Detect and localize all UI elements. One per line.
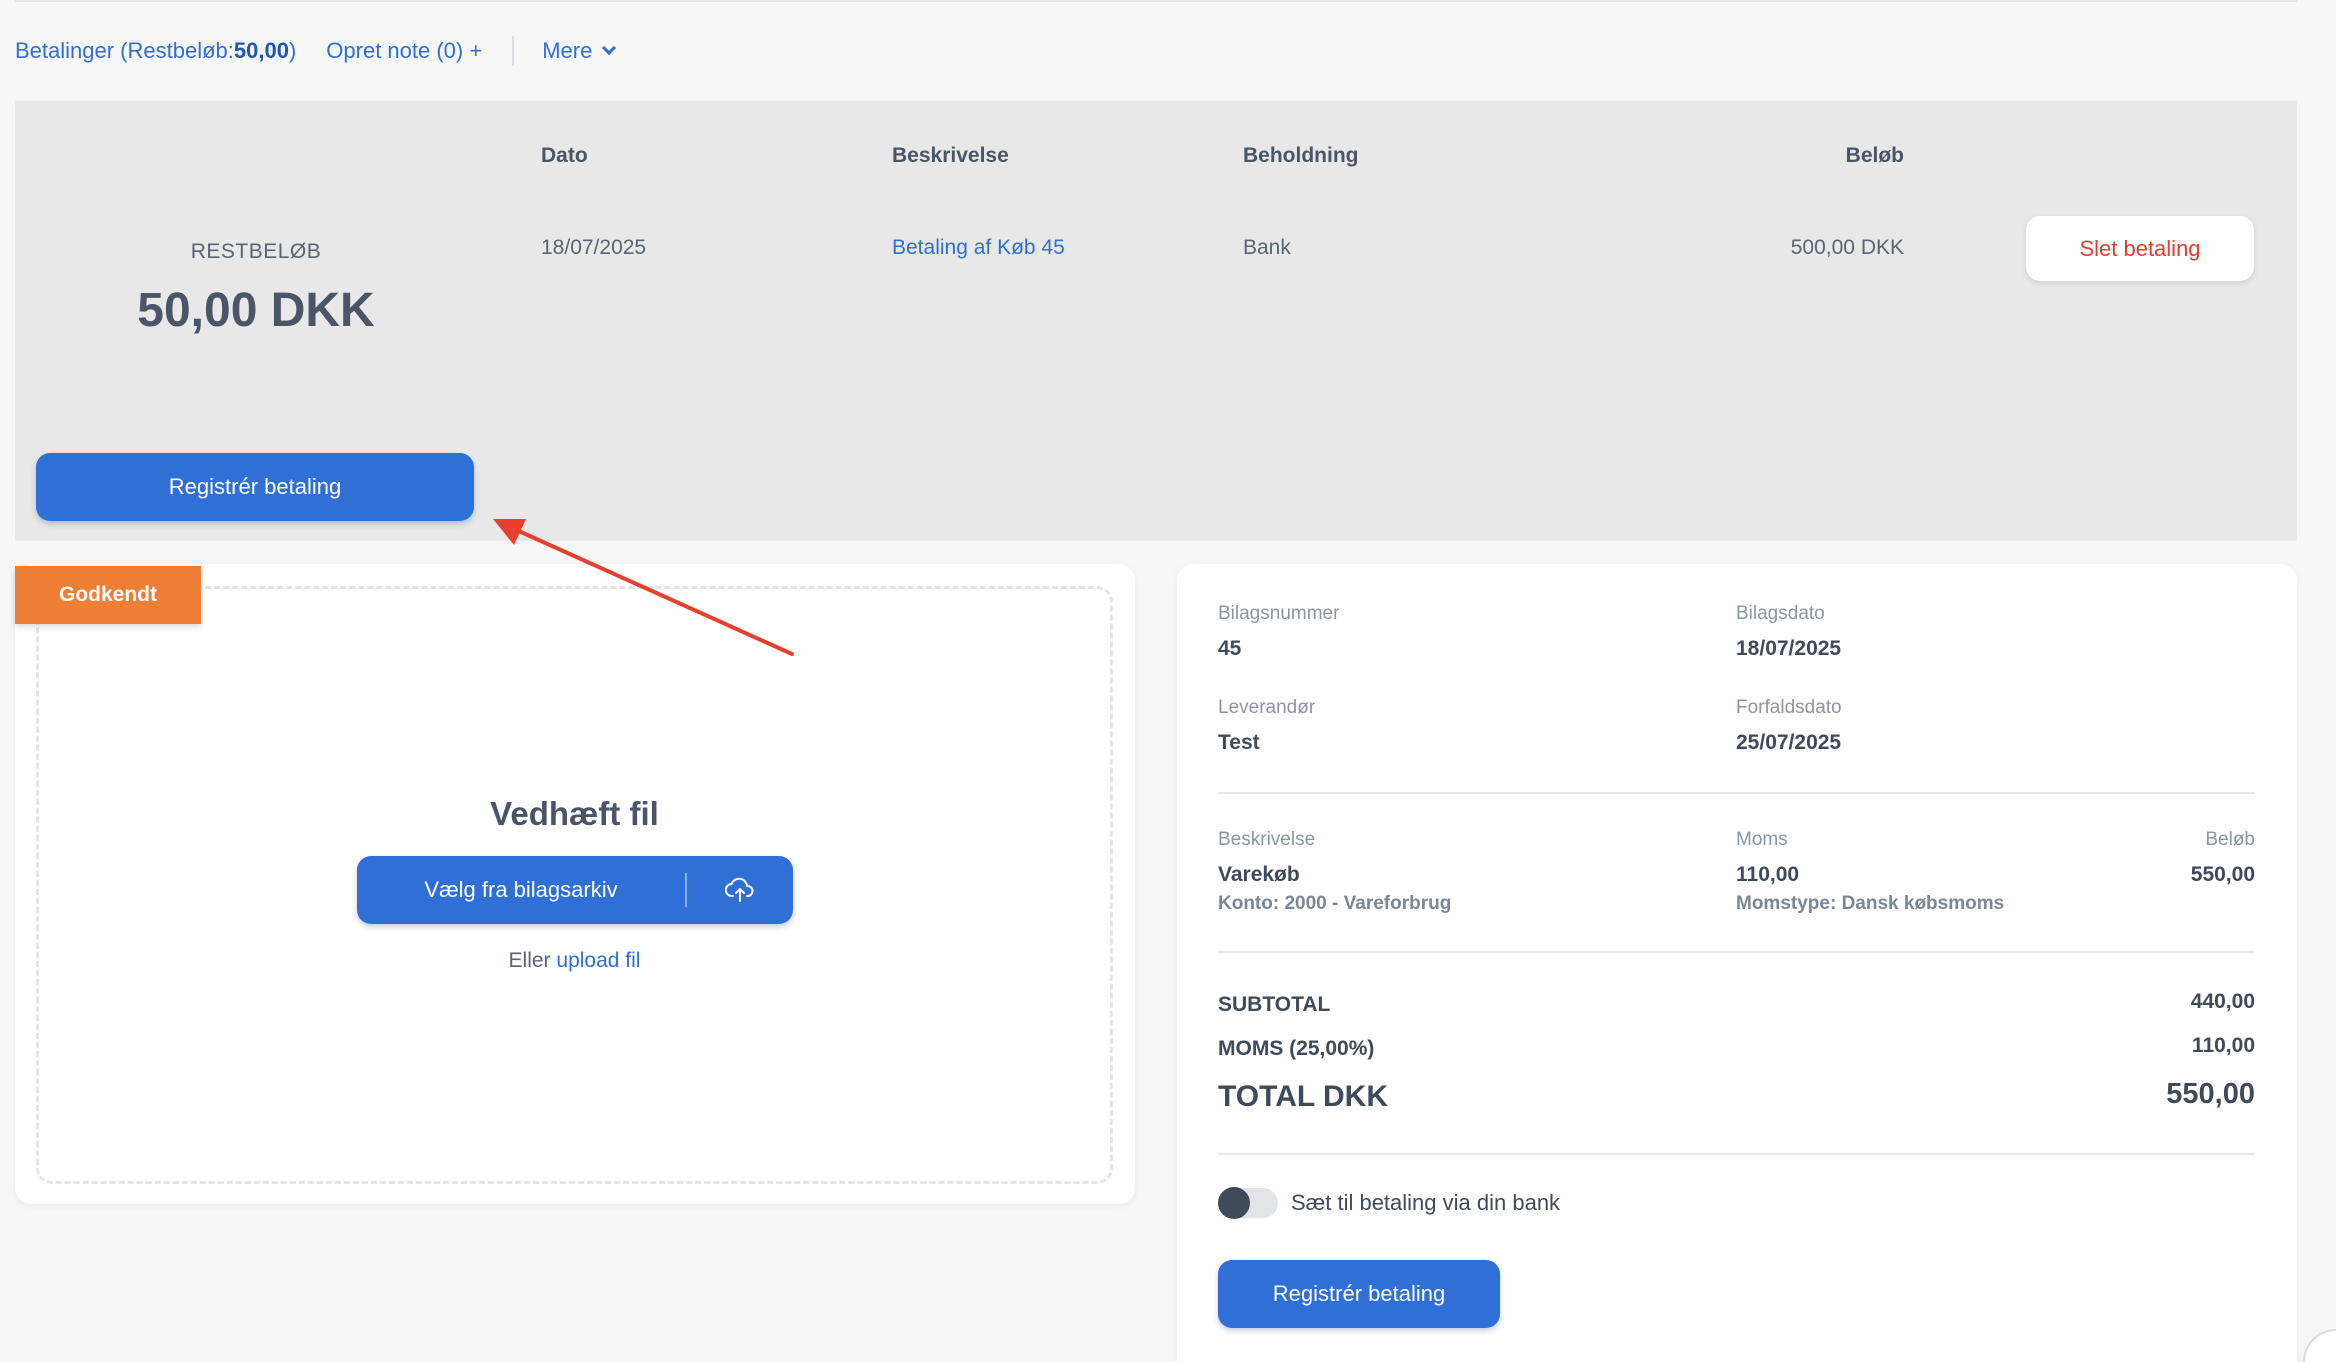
upload-alternative: Eller upload fil (36, 949, 1113, 973)
upload-file-link[interactable]: upload fil (556, 949, 640, 972)
status-badge: Godkendt (15, 566, 201, 624)
register-payment-button-top[interactable]: Registrér betaling (36, 453, 474, 521)
payments-nav-link[interactable]: Betalinger (Restbeløb: 50,00) (15, 38, 296, 64)
attach-file-title: Vedhæft fil (490, 795, 659, 832)
divider (1218, 792, 2255, 794)
voucher-number-label: Bilagsnummer (1218, 603, 1340, 624)
top-nav: Betalinger (Restbeløb: 50,00) Opret note… (15, 34, 617, 68)
create-note-link[interactable]: Opret note (0) + (326, 38, 482, 64)
line-account: Konto: 2000 - Vareforbrug (1218, 893, 1452, 914)
more-menu[interactable]: Mere (542, 38, 617, 64)
register-payment-button-bottom[interactable]: Registrér betaling (1218, 1260, 1500, 1328)
corner-widget (2303, 1329, 2336, 1362)
payment-description-link[interactable]: Betaling af Køb 45 (892, 236, 1065, 260)
top-divider (15, 0, 2297, 2)
col-header-holding: Beholdning (1243, 144, 1359, 167)
line-vat: 110,00 (1736, 863, 1800, 886)
payment-amount: 500,00 DKK (1790, 236, 1904, 259)
due-date-label: Forfaldsdato (1736, 697, 1842, 718)
subtotal-value: 440,00 (2190, 990, 2255, 1013)
payment-holding: Bank (1243, 236, 1291, 259)
payments-nav-suffix: ) (288, 38, 297, 63)
bank-payment-toggle-label: Sæt til betaling via din bank (1291, 1190, 1561, 1215)
col-header-amount: Beløb (1845, 144, 1904, 167)
remaining-label: RESTBELØB (190, 240, 322, 263)
total-value: 550,00 (2166, 1078, 2255, 1110)
line-vat-label: Moms (1736, 829, 1788, 850)
voucher-details-card (1177, 564, 2297, 1362)
more-label: Mere (542, 38, 593, 63)
supplier-label: Leverandør (1218, 697, 1316, 718)
upload-alt-prefix: Eller (508, 949, 557, 972)
col-header-description: Beskrivelse (892, 144, 1009, 167)
line-amount-label: Beløb (2205, 829, 2255, 850)
col-header-date: Dato (541, 144, 588, 167)
choose-from-archive-label: Vælg fra bilagsarkiv (424, 877, 618, 902)
subtotal-label: SUBTOTAL (1218, 993, 1331, 1016)
line-description-label: Beskrivelse (1218, 829, 1316, 850)
voucher-date-label: Bilagsdato (1736, 603, 1825, 624)
divider (1218, 951, 2255, 953)
toggle-knob (1218, 1187, 1250, 1219)
vat-total-value: 110,00 (2191, 1034, 2255, 1057)
line-vat-type: Momstype: Dansk købsmoms (1736, 893, 2005, 914)
choose-from-archive-button[interactable]: Vælg fra bilagsarkiv (357, 856, 793, 924)
line-description: Varekøb (1218, 863, 1300, 886)
page: Betalinger (Restbeløb: 50,00) Opret note… (0, 0, 2336, 1362)
payments-nav-prefix: Betalinger (Restbeløb: (15, 38, 234, 63)
due-date: 25/07/2025 (1736, 731, 1842, 754)
bank-payment-toggle[interactable] (1218, 1187, 1278, 1219)
remaining-value: 50,00 DKK (137, 284, 375, 337)
payment-date: 18/07/2025 (541, 236, 647, 259)
create-note-label: Opret note (0) + (326, 38, 483, 63)
cloud-upload-icon[interactable] (687, 877, 793, 903)
voucher-number: 45 (1218, 637, 1242, 660)
vat-total-label: MOMS (25,00%) (1218, 1037, 1375, 1060)
nav-separator (512, 36, 515, 66)
delete-payment-button[interactable]: Slet betaling (2026, 216, 2254, 281)
payments-nav-amount: 50,00 (233, 38, 289, 63)
total-label: TOTAL DKK (1218, 1080, 1388, 1113)
chevron-down-icon (602, 40, 617, 56)
supplier: Test (1218, 731, 1260, 754)
divider (1218, 1153, 2255, 1155)
line-amount: 550,00 (2190, 863, 2255, 886)
voucher-date: 18/07/2025 (1736, 637, 1842, 660)
